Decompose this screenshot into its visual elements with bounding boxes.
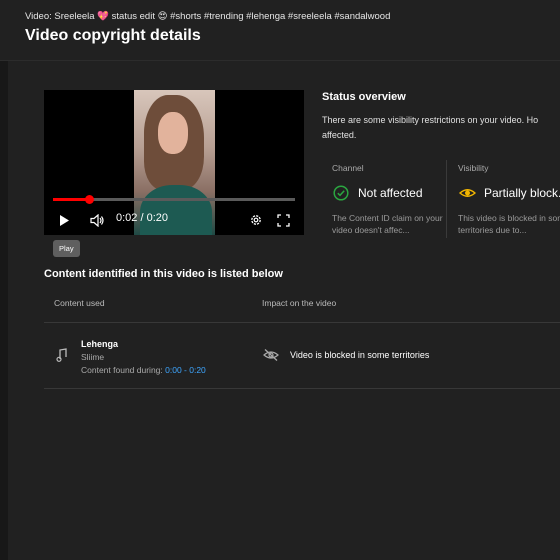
column-header-impact: Impact on the video (262, 298, 337, 308)
volume-icon (89, 213, 104, 227)
content-section-title: Content identified in this video is list… (44, 268, 283, 280)
song-artist: Sliime (81, 352, 105, 362)
channel-description: The Content ID claim on your video doesn… (332, 213, 443, 235)
table-divider (44, 388, 560, 389)
video-caption: Video: Sreeleela 💖 status edit 😍 #shorts… (25, 11, 391, 22)
eye-off-icon (263, 349, 279, 361)
channel-status-value: Not affected (358, 186, 423, 200)
eye-icon (459, 189, 476, 197)
channel-label: Channel (332, 163, 364, 173)
fullscreen-icon (276, 213, 290, 227)
content-found-range-link[interactable]: 0:00 - 0:20 (165, 365, 206, 375)
visibility-card: Visibility Partially block... This video… (458, 157, 560, 239)
fullscreen-button[interactable] (274, 210, 292, 230)
progress-bar[interactable] (53, 195, 295, 204)
song-title: Lehenga (81, 339, 119, 349)
table-divider (44, 322, 560, 323)
play-button[interactable] (56, 210, 72, 230)
time-display: 0:02 / 0:20 (116, 212, 168, 224)
channel-card: Channel Not affected The Content ID clai… (332, 157, 447, 239)
top-bar: Video: Sreeleela 💖 status edit 😍 #shorts… (0, 0, 560, 61)
visibility-description: This video is blocked in some territorie… (458, 213, 560, 235)
settings-button[interactable] (247, 210, 265, 230)
content-found-label: Content found during: (81, 365, 163, 375)
play-icon (60, 214, 69, 226)
mute-button[interactable] (88, 210, 106, 230)
check-circle-icon (333, 185, 349, 201)
status-overview-title: Status overview (322, 91, 406, 103)
card-divider (446, 160, 447, 238)
page-title: Video copyright details (25, 27, 201, 44)
column-header-content-used: Content used (54, 298, 105, 308)
music-note-icon (56, 348, 67, 362)
impact-text: Video is blocked in some territories (290, 350, 430, 360)
status-overview-text: There are some visibility restrictions o… (322, 115, 539, 140)
settings-icon (251, 215, 261, 225)
play-tooltip: Play (53, 240, 80, 257)
progress-fill (53, 198, 90, 201)
video-player[interactable] (44, 90, 304, 235)
progress-scrubber[interactable] (84, 195, 94, 204)
visibility-label: Visibility (458, 163, 489, 173)
visibility-status-value: Partially block... (484, 186, 560, 200)
content-found-during: Content found during: 0:00 - 0:20 (81, 365, 206, 375)
